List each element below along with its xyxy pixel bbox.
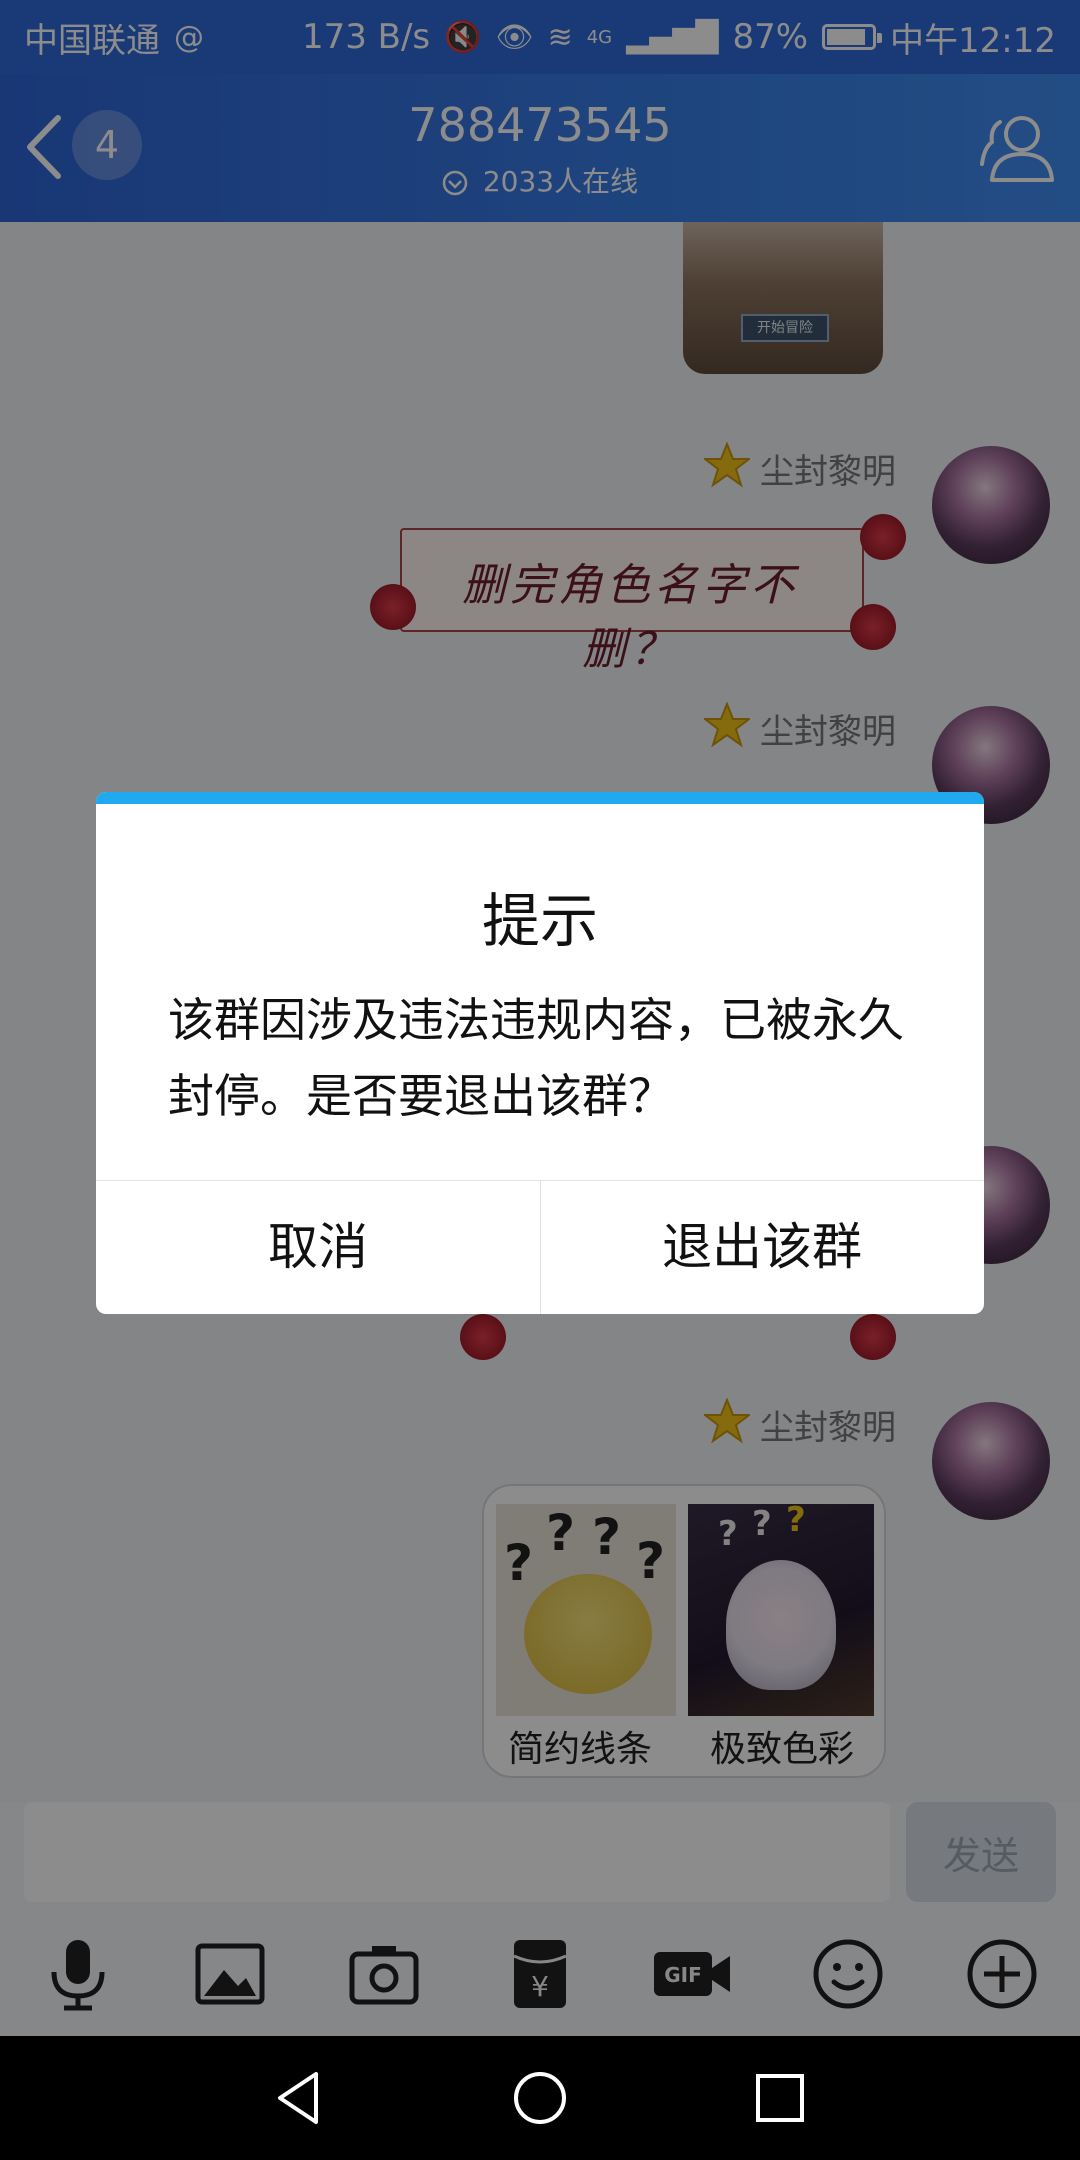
dialog-message: 该群因涉及违法违规内容，已被永久封停。是否要退出该群？	[168, 993, 904, 1123]
cancel-button[interactable]: 取消	[96, 1181, 540, 1314]
nav-home-icon[interactable]	[508, 2066, 572, 2130]
system-nav-bar	[0, 2036, 1080, 2160]
quit-group-button[interactable]: 退出该群	[540, 1181, 984, 1314]
dialog-accent-bar	[96, 792, 984, 804]
nav-recents-icon[interactable]	[748, 2066, 812, 2130]
dialog-title: 提示	[481, 887, 598, 955]
alert-dialog: 提示 该群因涉及违法违规内容，已被永久封停。是否要退出该群？ 取消 退出该群	[96, 792, 984, 1314]
nav-back-icon[interactable]	[268, 2066, 332, 2130]
